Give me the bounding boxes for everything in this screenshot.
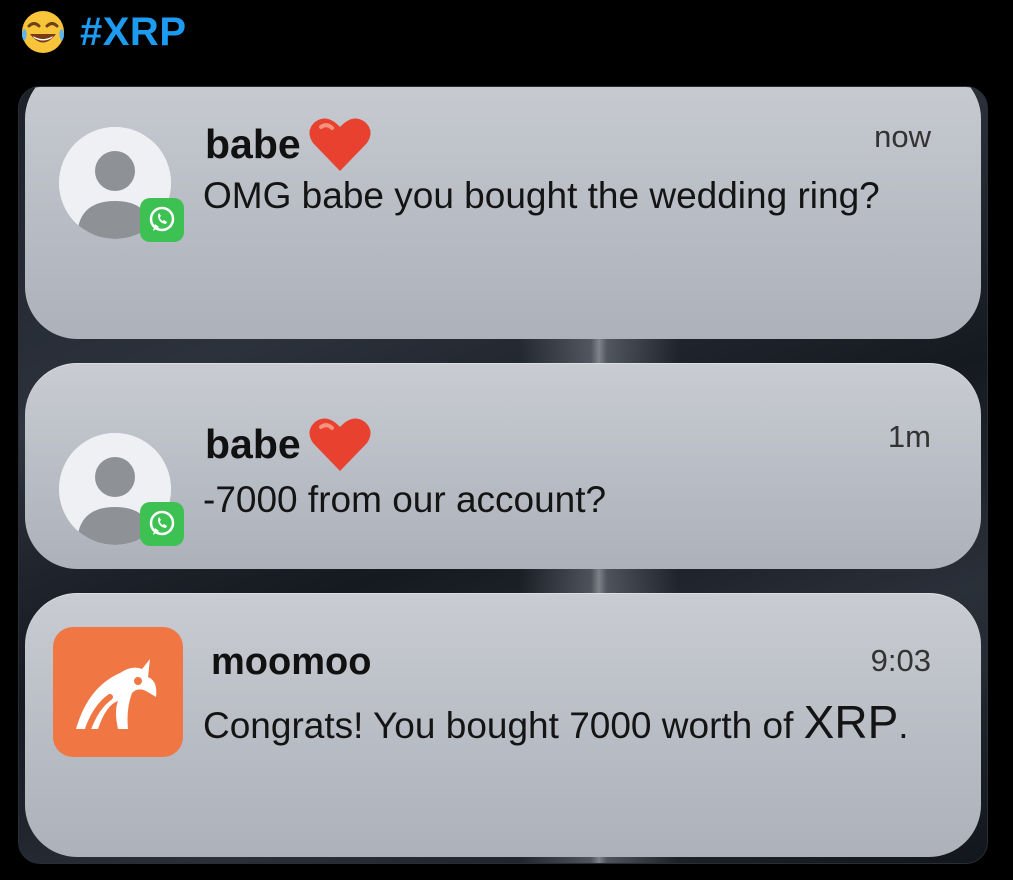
sender-name: babe bbox=[205, 115, 373, 173]
notification-time: now bbox=[874, 119, 931, 154]
whatsapp-icon bbox=[140, 198, 184, 242]
sender-name: babe bbox=[205, 415, 373, 473]
notification-card-3[interactable]: moomoo 9:03 Congrats! You bought 7000 wo… bbox=[25, 593, 981, 857]
notification-screenshot: babe now OMG babe you bought the wedding… bbox=[18, 86, 988, 864]
post: #XRP babe now OMG babe you bought the we… bbox=[0, 0, 1013, 880]
notification-time: 9:03 bbox=[870, 643, 931, 678]
notification-time: 1m bbox=[887, 419, 931, 454]
notification-card-1[interactable]: babe now OMG babe you bought the wedding… bbox=[25, 87, 981, 339]
xrp-ticker: XRP bbox=[803, 696, 899, 748]
notification-message: -7000 from our account? bbox=[203, 479, 607, 520]
red-heart-icon bbox=[307, 115, 373, 173]
notification-card-2[interactable]: babe 1m -7000 from our account? bbox=[25, 363, 981, 569]
hashtag-link[interactable]: #XRP bbox=[80, 10, 187, 55]
notification-message: OMG babe you bought the wedding ring? bbox=[203, 175, 880, 216]
red-heart-icon bbox=[307, 415, 373, 473]
moomoo-bull-icon bbox=[53, 627, 183, 757]
notification-message: Congrats! You bought 7000 worth of XRP. bbox=[203, 696, 909, 748]
sender-name: moomoo bbox=[211, 641, 372, 683]
whatsapp-icon bbox=[140, 502, 184, 546]
post-header: #XRP bbox=[20, 4, 187, 60]
face-with-tears-of-joy-icon bbox=[20, 9, 66, 55]
